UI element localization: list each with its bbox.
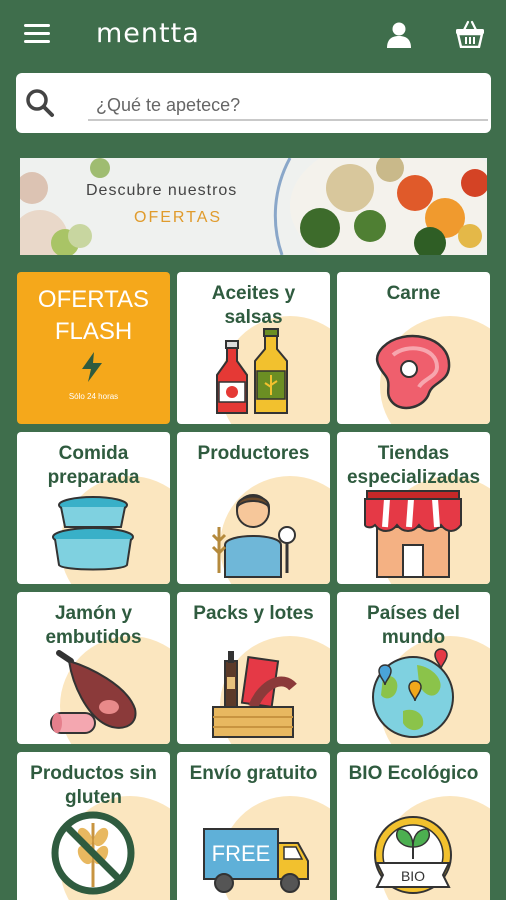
tile-paises-mundo[interactable]: Países del mundo [337,592,490,744]
tile-sin-gluten[interactable]: Productos sin gluten [17,752,170,900]
food-container-icon [52,496,134,571]
tile-label: Aceites y salsas [211,283,296,328]
no-gluten-icon [51,811,135,895]
steak-icon [375,334,451,410]
tile-carne[interactable]: Carne [337,272,490,424]
tile-jamon-embutidos[interactable]: Jamón y embutidos [17,592,170,744]
tile-aceites-salsas[interactable]: Aceites y salsas [177,272,330,424]
search-bar [16,73,491,133]
shop-icon [364,490,462,578]
search-input[interactable] [88,91,488,121]
tile-label: Tiendas especializadas [346,443,481,488]
tile-envio-gratuito[interactable]: Envío gratuito FREE [177,752,330,900]
basket-icon[interactable] [455,20,485,48]
tile-comida-preparada[interactable]: Comida preparada [17,432,170,584]
offers-banner[interactable]: Descubre nuestros OFERTAS [20,158,487,255]
gift-basket-icon [212,651,297,738]
tile-tiendas-especializadas[interactable]: Tiendas especializadas [337,432,490,584]
tile-label: Packs y lotes [193,603,314,624]
banner-image [20,158,487,255]
tile-productores[interactable]: Productores [177,432,330,584]
flash-note: Sólo 24 horas [68,392,119,401]
flash-subtitle: FLASH [54,318,133,345]
lightning-icon [82,352,102,382]
banner-offers: OFERTAS [134,209,223,226]
tile-bio-ecologico[interactable]: BIO Ecológico BIO [337,752,490,900]
tile-label: Jamón y embutidos [45,603,142,648]
bio-badge-text: BIO [401,868,425,884]
tile-label: Productos sin gluten [30,763,157,808]
tile-packs-lotes[interactable]: Packs y lotes [177,592,330,744]
globe-icon [372,648,454,738]
tile-label: Productores [197,443,310,464]
top-bar: mentta [0,0,506,70]
bio-badge-icon: BIO [374,816,452,894]
bottles-icon [216,328,288,414]
menu-icon[interactable] [24,24,50,44]
tile-label: Comida preparada [47,443,140,488]
tile-label: BIO Ecológico [348,763,479,784]
truck-icon: FREE [203,828,309,893]
tile-ofertas-flash[interactable]: OFERTAS FLASH Sólo 24 horas [17,272,170,424]
tile-label: Envío gratuito [189,763,318,784]
flash-title: OFERTAS [37,286,150,313]
user-icon[interactable] [386,22,412,48]
truck-free-text: FREE [212,841,271,866]
ham-icon [50,650,137,734]
producer-icon [211,494,296,578]
app-logo[interactable]: mentta [96,18,200,49]
tile-label: Países del mundo [367,603,460,648]
banner-title: Descubre nuestros [86,182,238,199]
tile-label: Carne [386,283,441,304]
search-icon[interactable] [24,87,56,119]
